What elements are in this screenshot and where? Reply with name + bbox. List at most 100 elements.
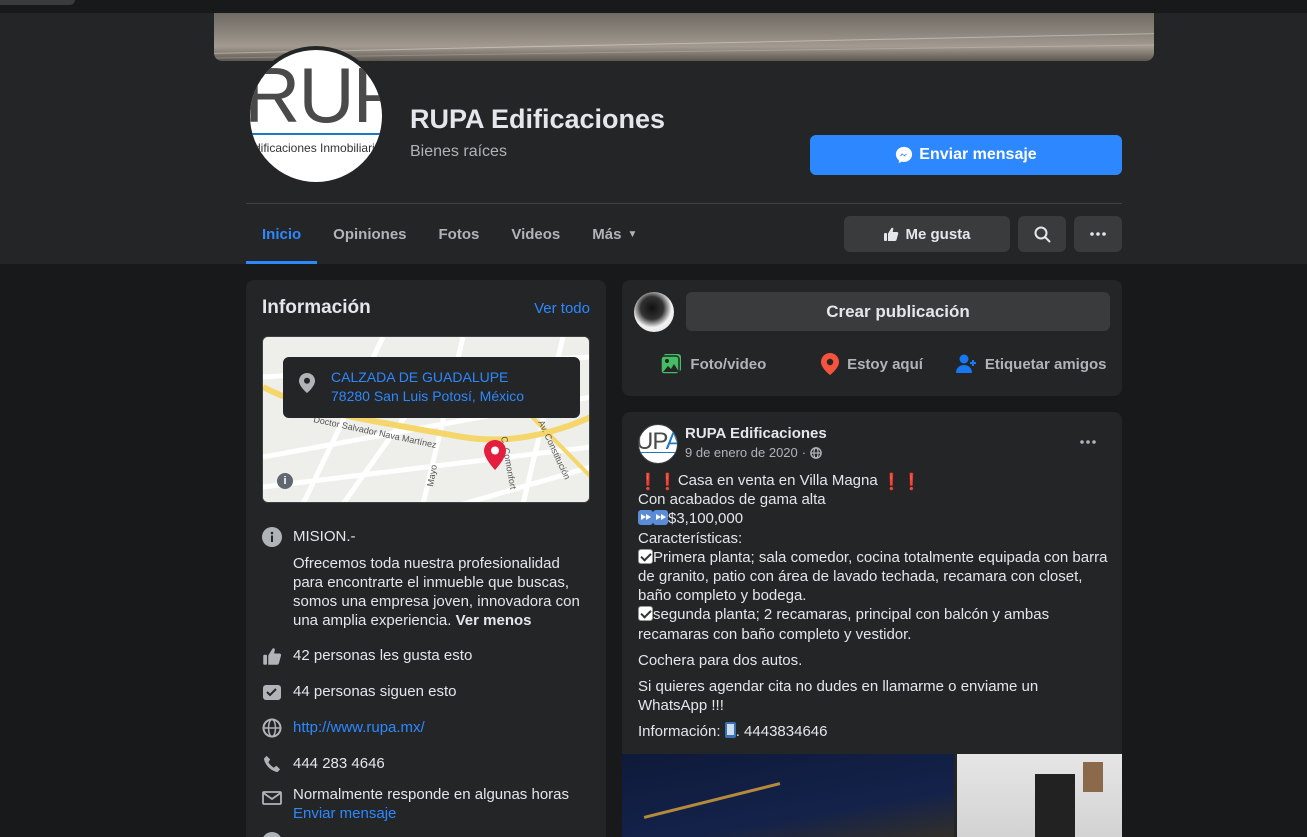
post-text: ❗❗Casa en venta en Villa Magna ❗❗ Con ac… — [638, 471, 1108, 742]
post-photo[interactable] — [957, 754, 1122, 837]
tab-label: Opiniones — [333, 225, 407, 243]
info-icon — [262, 527, 282, 547]
photo-detail — [1035, 774, 1075, 837]
post-options-button[interactable] — [1072, 428, 1104, 456]
photo-video-button[interactable]: Foto/video — [634, 346, 793, 382]
send-message-label: Enviar mensaje — [919, 146, 1037, 163]
search-icon — [1034, 226, 1050, 242]
post-line: Características: — [638, 529, 743, 547]
photo-detail — [1083, 762, 1103, 792]
likes-count: 42 personas les gusta esto — [293, 647, 473, 664]
like-label: Me gusta — [905, 225, 971, 243]
send-message-button[interactable]: Enviar mensaje — [810, 135, 1122, 175]
post-line: $3,100,000 — [638, 509, 1108, 528]
photo-detail — [643, 782, 781, 819]
page-title: RUPA Edificaciones — [410, 104, 666, 134]
likes-row: 42 personas les gusta esto — [262, 646, 592, 666]
messenger-icon — [896, 146, 913, 164]
address-line-2: 78280 San Luis Potosí, México — [331, 388, 525, 404]
tab-inicio[interactable]: Inicio — [246, 204, 318, 264]
exclamation-emoji: ❗❗ — [638, 474, 678, 491]
more-icon — [1080, 440, 1096, 444]
page-tabs: Inicio Opiniones Fotos Videos Más ▼ — [246, 204, 653, 264]
tab-fotos[interactable]: Fotos — [423, 204, 496, 264]
post-price: $3,100,000 — [668, 510, 744, 528]
see-all-link[interactable]: Ver todo — [534, 300, 590, 317]
mission-body: Ofrecemos toda nuestra profesionalidad p… — [293, 555, 580, 629]
avatar-underline — [639, 452, 677, 453]
tag-friends-icon — [955, 354, 976, 373]
location-pin-icon — [299, 373, 315, 393]
mobile-phone-emoji — [724, 722, 736, 739]
checkbox-emoji — [638, 606, 653, 622]
like-button[interactable]: Me gusta — [844, 216, 1010, 252]
logo-subtitle: Edificaciones Inmobiliarias — [250, 141, 382, 155]
tab-label: Fotos — [438, 225, 480, 243]
contact-label: Información: — [638, 723, 721, 741]
tab-opiniones[interactable]: Opiniones — [317, 204, 422, 264]
logo-wordmark: RUPA — [250, 51, 382, 139]
address-line-1: CALZADA DE GUADALUPE — [331, 369, 509, 385]
see-less-link[interactable]: Ver menos — [456, 612, 532, 629]
tag-friends-label: Etiquetar amigos — [984, 355, 1107, 373]
page-category: Bienes raíces — [410, 143, 507, 160]
map-marker-icon — [484, 440, 506, 470]
post-date[interactable]: 9 de enero de 2020 — [685, 445, 798, 460]
phone-row: 444 283 4646 — [262, 754, 592, 774]
map-info-icon[interactable]: i — [277, 473, 293, 489]
tab-mas[interactable]: Más ▼ — [576, 204, 653, 264]
follows-row: 44 personas siguen esto — [262, 682, 592, 702]
checkbox-emoji — [638, 548, 653, 564]
profile-picture[interactable]: RUPA Edificaciones Inmobiliarias — [246, 46, 386, 186]
envelope-icon — [262, 791, 282, 805]
page-logo: RUPA Edificaciones Inmobiliarias — [250, 50, 382, 182]
more-options-button[interactable] — [1074, 216, 1122, 252]
fast-forward-emoji — [638, 510, 653, 526]
exclamation-emoji: ❗❗ — [881, 474, 922, 491]
post-photo[interactable] — [622, 754, 954, 837]
tab-label: Más — [592, 225, 622, 243]
feature-1: Primera planta; sala comedor, cocina tot… — [638, 548, 1108, 605]
phone-number: 444 283 4646 — [293, 755, 385, 772]
phone-icon — [263, 755, 281, 773]
caret-down-icon: ▼ — [627, 228, 638, 240]
browser-top-strip — [0, 0, 1307, 13]
search-button[interactable] — [1018, 216, 1066, 252]
top-pill — [0, 0, 75, 5]
create-post-button[interactable]: Crear publicación — [686, 292, 1110, 331]
fast-forward-emoji — [653, 510, 668, 526]
check-in-label: Estoy aquí — [847, 355, 923, 373]
location-map[interactable]: Doctor Salvador Nava Martínez Av. Consti… — [262, 336, 590, 503]
post-photos — [622, 754, 1122, 837]
mission-title: MISION.- — [293, 528, 356, 545]
next-row-icon — [262, 832, 282, 837]
thumbs-up-icon — [884, 227, 899, 241]
follows-count: 44 personas siguen esto — [293, 683, 457, 700]
website-link[interactable]: http://www.rupa.mx/ — [293, 718, 425, 738]
user-avatar[interactable] — [634, 292, 674, 332]
post-author-avatar[interactable]: UPA — [638, 424, 678, 464]
post-card: UPA RUPA Edificaciones 9 de enero de 202… — [622, 412, 1122, 837]
response-row: Normalmente responde en algunas horas En… — [262, 785, 592, 823]
photo-video-label: Foto/video — [690, 355, 767, 373]
globe-icon — [810, 446, 822, 459]
mission-row: MISION.- Ofrecemos toda nuestra profesio… — [262, 527, 592, 630]
check-in-button[interactable]: Estoy aquí — [793, 346, 952, 382]
mission-text: Ofrecemos toda nuestra profesionalidad p… — [293, 554, 592, 630]
response-time: Normalmente responde en algunas horas — [293, 786, 569, 803]
post-line: Cochera para dos autos. — [638, 651, 803, 669]
tag-friends-button[interactable]: Etiquetar amigos — [951, 346, 1110, 382]
send-message-link[interactable]: Enviar mensaje — [293, 804, 569, 823]
tab-videos[interactable]: Videos — [495, 204, 576, 264]
location-pin-icon — [821, 353, 840, 375]
thumbs-up-icon — [263, 648, 282, 665]
post-meta: 9 de enero de 2020 · — [685, 445, 822, 460]
post-line: ❗❗Casa en venta en Villa Magna ❗❗ — [638, 471, 1108, 491]
photo-icon — [660, 354, 682, 375]
post-author-name[interactable]: RUPA Edificaciones — [685, 425, 827, 442]
tab-label: Inicio — [262, 225, 302, 243]
address-popup[interactable]: CALZADA DE GUADALUPE 78280 San Luis Poto… — [283, 357, 580, 418]
